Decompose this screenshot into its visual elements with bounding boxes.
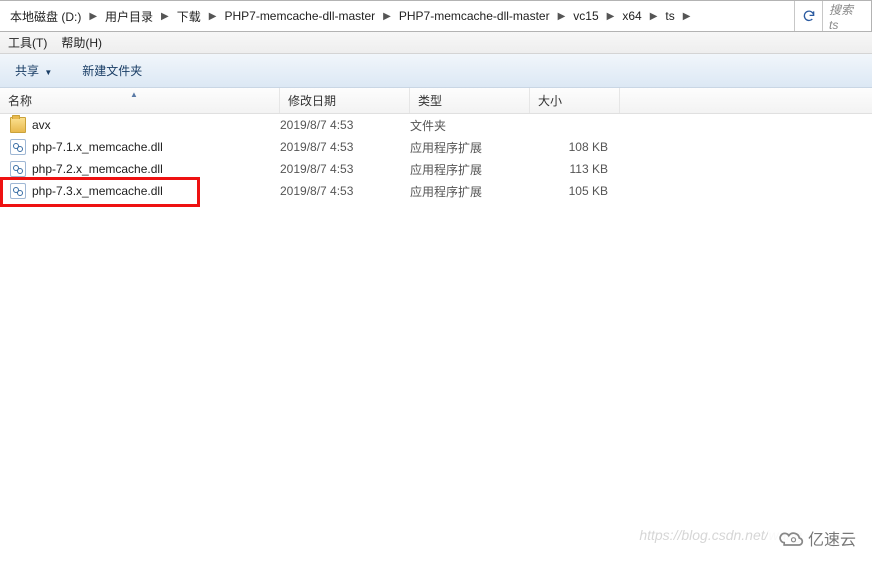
breadcrumb-item[interactable]: PHP7-memcache-dll-master (395, 1, 554, 31)
list-item[interactable]: php-7.1.x_memcache.dll 2019/8/7 4:53 应用程… (0, 136, 872, 158)
breadcrumbs: 本地磁盘 (D:) ▶ 用户目录 ▶ 下载 ▶ PHP7-memcache-dl… (0, 1, 795, 31)
breadcrumb-item[interactable]: vc15 (569, 1, 602, 31)
list-item[interactable]: php-7.3.x_memcache.dll 2019/8/7 4:53 应用程… (0, 180, 872, 202)
column-name[interactable]: 名称 (0, 88, 280, 113)
dll-icon (10, 183, 26, 199)
file-size: 113 KB (530, 162, 620, 176)
file-list: avx 2019/8/7 4:53 文件夹 php-7.1.x_memcache… (0, 114, 872, 202)
menu-help[interactable]: 帮助(H) (61, 34, 102, 51)
chevron-right-icon[interactable]: ▶ (679, 11, 695, 22)
brand-badge: 亿速云 (768, 523, 864, 553)
file-date: 2019/8/7 4:53 (280, 140, 410, 154)
file-date: 2019/8/7 4:53 (280, 184, 410, 198)
chevron-right-icon[interactable]: ▶ (646, 11, 662, 22)
chevron-right-icon[interactable]: ▶ (554, 11, 570, 22)
file-type: 应用程序扩展 (410, 139, 530, 156)
dll-icon (10, 161, 26, 177)
share-button[interactable]: 共享 ▼ (8, 59, 59, 82)
file-name: php-7.3.x_memcache.dll (32, 184, 163, 198)
share-label: 共享 (15, 64, 39, 78)
chevron-down-icon: ▼ (44, 68, 52, 77)
list-item[interactable]: avx 2019/8/7 4:53 文件夹 (0, 114, 872, 136)
file-type: 文件夹 (410, 117, 530, 134)
chevron-right-icon[interactable]: ▶ (205, 11, 221, 22)
breadcrumb-item[interactable]: 本地磁盘 (D:) (6, 1, 85, 31)
address-bar: 本地磁盘 (D:) ▶ 用户目录 ▶ 下载 ▶ PHP7-memcache-dl… (0, 0, 872, 32)
chevron-right-icon[interactable]: ▶ (603, 11, 619, 22)
column-type[interactable]: 类型 (410, 88, 530, 113)
file-size: 108 KB (530, 140, 620, 154)
menu-bar: 工具(T) 帮助(H) (0, 32, 872, 54)
column-headers: ▲ 名称 修改日期 类型 大小 (0, 88, 872, 114)
file-type: 应用程序扩展 (410, 183, 530, 200)
column-date[interactable]: 修改日期 (280, 88, 410, 113)
toolbar: 共享 ▼ 新建文件夹 (0, 54, 872, 88)
breadcrumb-item[interactable]: PHP7-memcache-dll-master (220, 1, 379, 31)
file-name: php-7.1.x_memcache.dll (32, 140, 163, 154)
breadcrumb-item[interactable]: 下载 (173, 1, 205, 31)
column-size[interactable]: 大小 (530, 88, 620, 113)
cloud-icon (776, 528, 804, 548)
refresh-icon (802, 9, 816, 23)
breadcrumb-item[interactable]: x64 (618, 1, 645, 31)
brand-text: 亿速云 (808, 526, 856, 550)
list-item[interactable]: php-7.2.x_memcache.dll 2019/8/7 4:53 应用程… (0, 158, 872, 180)
file-type: 应用程序扩展 (410, 161, 530, 178)
menu-tools[interactable]: 工具(T) (8, 34, 47, 51)
dll-icon (10, 139, 26, 155)
file-size: 105 KB (530, 184, 620, 198)
file-date: 2019/8/7 4:53 (280, 162, 410, 176)
sort-indicator-icon: ▲ (130, 90, 138, 99)
file-name: avx (32, 118, 51, 132)
chevron-right-icon[interactable]: ▶ (379, 11, 395, 22)
chevron-right-icon[interactable]: ▶ (85, 11, 101, 22)
breadcrumb-item[interactable]: ts (661, 1, 678, 31)
file-name: php-7.2.x_memcache.dll (32, 162, 163, 176)
search-input[interactable]: 搜索 ts (823, 1, 871, 31)
file-date: 2019/8/7 4:53 (280, 118, 410, 132)
new-folder-button[interactable]: 新建文件夹 (75, 59, 149, 82)
breadcrumb-item[interactable]: 用户目录 (101, 1, 157, 31)
refresh-button[interactable] (795, 1, 823, 31)
folder-icon (10, 117, 26, 133)
chevron-right-icon[interactable]: ▶ (157, 11, 173, 22)
